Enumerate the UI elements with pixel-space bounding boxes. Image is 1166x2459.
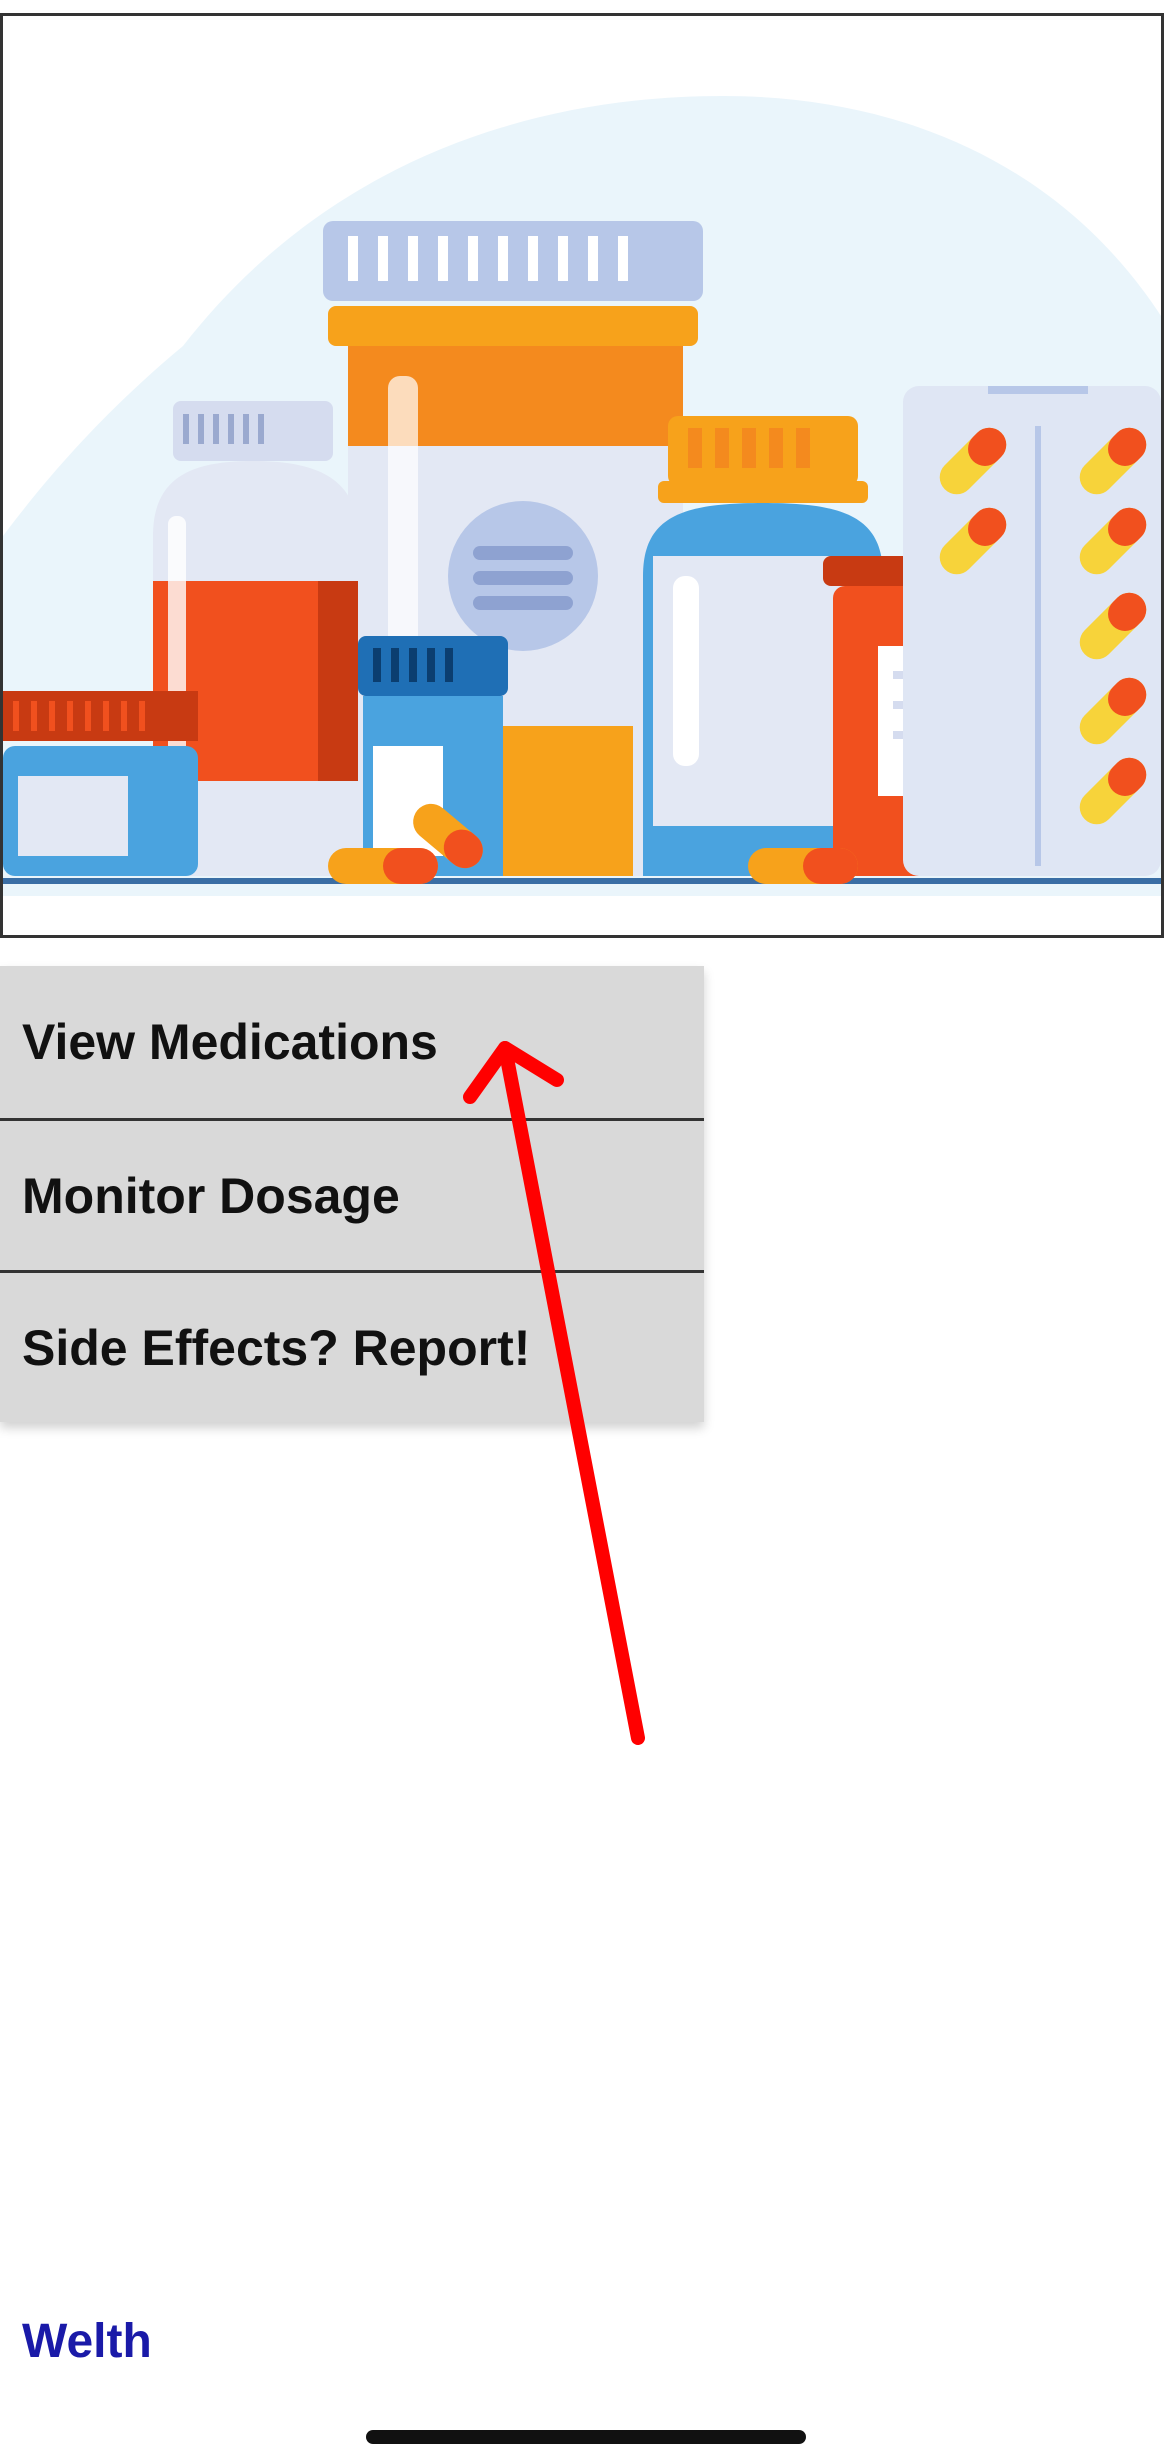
- report-side-effects-label: Side Effects? Report!: [22, 1319, 531, 1376]
- monitor-dosage-button[interactable]: Monitor Dosage: [0, 1118, 704, 1270]
- view-medications-button[interactable]: View Medications: [0, 966, 704, 1118]
- medicine-bottles-illustration-icon: [3, 96, 1161, 896]
- brand-label: Welth: [22, 2315, 152, 2368]
- report-side-effects-button[interactable]: Side Effects? Report!: [0, 1270, 704, 1422]
- action-menu: View Medications Monitor Dosage Side Eff…: [0, 966, 704, 1422]
- monitor-dosage-label: Monitor Dosage: [22, 1167, 400, 1224]
- hero-image: [0, 13, 1164, 938]
- view-medications-label: View Medications: [22, 1014, 438, 1070]
- home-indicator[interactable]: [366, 2430, 806, 2444]
